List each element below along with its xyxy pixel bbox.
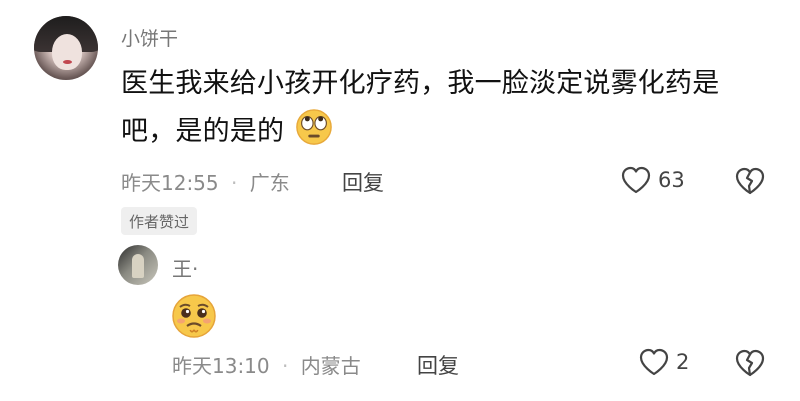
comment-username[interactable]: 小饼干 [121,24,178,51]
comment-location: 广东 [249,171,290,195]
dislike-button[interactable] [734,166,766,200]
reply-meta: 昨天13:10 · 内蒙古 [172,350,361,379]
reply-reply-button[interactable]: 回复 [417,350,459,380]
reply-dislike-button[interactable] [734,348,766,382]
broken-heart-icon [735,349,765,377]
meta-separator: · [282,354,289,378]
like-button[interactable]: 63 [620,165,685,195]
reply-like-count: 2 [676,350,690,374]
comment-text-line-2: 吧，是的是的 [121,108,761,156]
heart-outline-icon [639,348,669,376]
reply-time: 昨天13:10 [172,354,270,378]
comment-time: 昨天12:55 [121,171,219,195]
heart-outline-icon [621,166,651,194]
comment-meta: 昨天12:55 · 广东 [121,167,290,196]
author-liked-badge: 作者赞过 [121,207,198,235]
reply-location: 内蒙古 [300,354,361,378]
comment-text-line-1: 医生我来给小孩开化疗药，我一脸淡定说雾化药是 [121,68,720,99]
comment-text: 医生我来给小孩开化疗药，我一脸淡定说雾化药是 吧，是的是的 [121,60,761,156]
reply-like-button[interactable]: 2 [638,347,689,377]
pleading-face-emoji-icon [172,294,216,338]
broken-heart-icon [735,167,765,195]
like-count: 63 [658,168,685,192]
reply-button[interactable]: 回复 [342,167,384,197]
reply-username[interactable]: 王· [172,253,198,282]
meta-separator: · [231,171,238,195]
rolling-eyes-emoji-icon [296,109,332,145]
reply-avatar[interactable] [118,245,158,285]
avatar[interactable] [34,16,98,80]
